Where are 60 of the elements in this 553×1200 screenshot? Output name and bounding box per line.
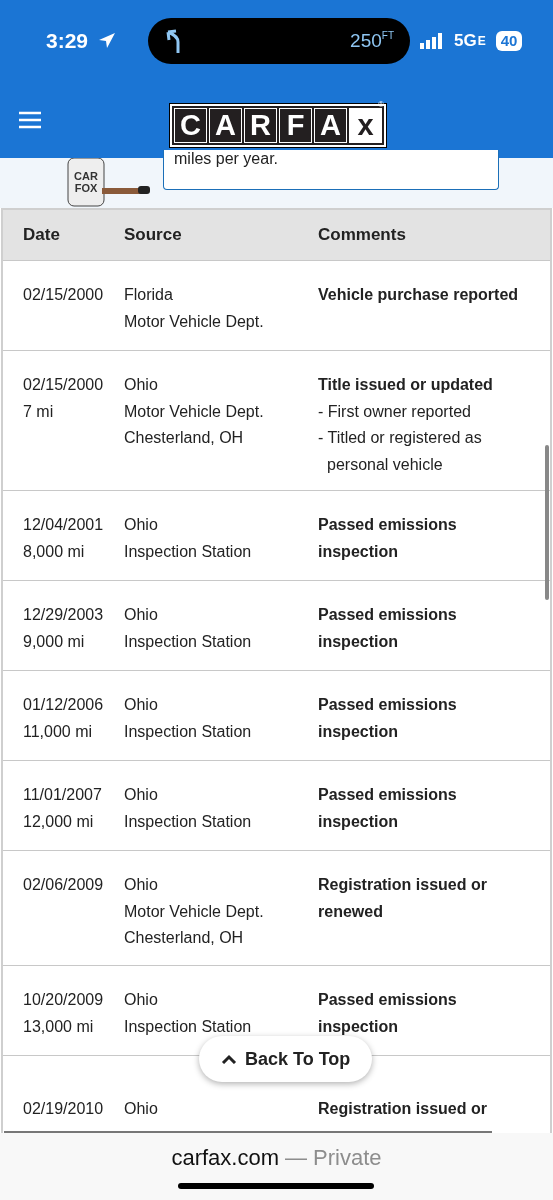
comment-title: Vehicle purchase reported [318, 285, 520, 305]
mascot-drawing: CAR FOX [62, 158, 152, 208]
tip-text: miles per year. [174, 150, 279, 167]
source-text: Inspection Station [124, 631, 253, 652]
date-text: 01/12/2006 [23, 695, 105, 715]
source-text: Ohio [124, 515, 159, 535]
date-text: 12/29/2003 [23, 605, 105, 625]
location-arrow-icon [98, 32, 117, 50]
source-text: Ohio [124, 990, 159, 1010]
source-text: Ohio [124, 605, 159, 625]
date-text: 10/20/2009 [23, 990, 105, 1010]
comment-title: Passed emissions inspection [318, 515, 458, 562]
mileage-text: 12,000 mi [23, 811, 95, 832]
column-header: Date [23, 225, 61, 245]
source-text: Motor Vehicle Dept. [124, 311, 265, 332]
date-text: 02/15/2000 [23, 285, 105, 305]
source-text: Ohio [124, 1099, 159, 1119]
comment-title: Title issued or updated [318, 375, 494, 395]
mileage-text: 9,000 mi [23, 631, 86, 652]
source-text: Chesterland, OH [124, 428, 245, 448]
column-header: Comments [318, 225, 407, 245]
back-to-top-button[interactable]: Back To Top [199, 1036, 373, 1082]
source-text: Ohio [124, 695, 159, 715]
comment-item: - First owner reported [318, 401, 472, 422]
comment-title: Registration issued or [318, 1099, 488, 1119]
date-text: 02/15/2000 [23, 375, 105, 395]
source-text: Ohio [124, 785, 159, 805]
source-text: Inspection Station [124, 721, 253, 742]
menu-icon[interactable] [18, 111, 42, 129]
mileage-text: 13,000 mi [23, 1016, 95, 1037]
source-text: Motor Vehicle Dept. [124, 401, 265, 422]
date-text: 02/19/2010 [23, 1099, 105, 1119]
source-text: Florida [124, 285, 174, 305]
column-header: Source [124, 225, 183, 245]
source-text: Inspection Station [124, 1016, 253, 1037]
source-text: Chesterland, OH [124, 928, 245, 948]
comment-title: Passed emissions inspection [318, 990, 458, 1037]
comment-title: Passed emissions inspection [318, 785, 458, 832]
status-time: 3:29 [46, 29, 89, 53]
comment-title: Passed emissions inspection [318, 695, 458, 742]
source-text: Inspection Station [124, 541, 253, 562]
mileage-text: 11,000 mi [23, 721, 94, 742]
source-text: Motor Vehicle Dept. [124, 901, 265, 922]
signal-bars-icon [420, 33, 445, 49]
date-text: 02/06/2009 [23, 875, 105, 895]
date-text: 11/01/2007 [23, 785, 103, 805]
network-type: 5G [454, 31, 477, 51]
network-suffix: E [477, 34, 486, 48]
source-text: Inspection Station [124, 811, 253, 832]
chevron-up-icon [221, 1054, 237, 1064]
address-bar[interactable]: carfax.com — Private [171, 1145, 382, 1171]
comment-title: Registration issued or renewed [318, 875, 488, 922]
source-text: Ohio [124, 375, 159, 395]
battery-level: 40 [495, 31, 523, 51]
comment-item: - Titled or registered as personal vehicle [318, 428, 483, 475]
source-text: Ohio [124, 875, 159, 895]
mileage-text: 8,000 mi [23, 541, 86, 562]
mileage-text: 7 mi [23, 401, 55, 422]
date-text: 12/04/2001 [23, 515, 105, 535]
comment-title: Passed emissions inspection [318, 605, 458, 652]
